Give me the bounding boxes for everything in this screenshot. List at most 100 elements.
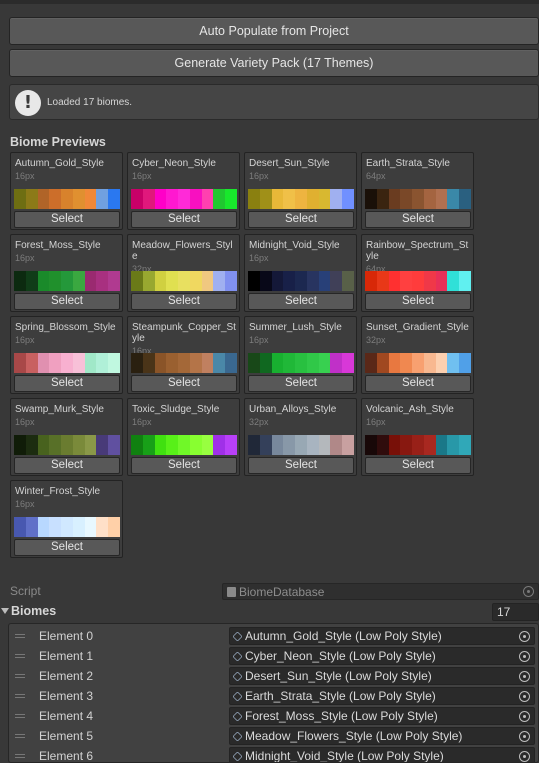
palette-swatch [376,435,389,455]
drag-handle-icon[interactable] [15,694,25,698]
palette-swatch [271,435,284,455]
generate-variety-pack-button[interactable]: Generate Variety Pack (17 Themes) [9,49,539,77]
object-picker-icon[interactable] [519,691,530,702]
asset-icon [232,651,243,662]
palette-strip [14,435,121,455]
select-biome-button[interactable]: Select [14,293,120,310]
biome-size: 16px [249,335,269,345]
palette-swatch [166,435,179,455]
select-biome-button[interactable]: Select [14,375,120,392]
palette-swatch [14,271,26,291]
select-biome-button[interactable]: Select [14,457,120,474]
palette-swatch [400,353,413,373]
biome-name: Rainbow_Spectrum_Style [366,240,469,262]
palette-swatch [318,435,331,455]
biome-size: 64px [366,171,386,181]
palette-swatch [365,353,377,373]
palette-swatch [295,353,307,373]
palette-swatch [25,271,38,291]
top-divider [0,0,539,4]
palette-swatch [61,435,73,455]
select-biome-button[interactable]: Select [248,211,354,228]
object-picker-icon[interactable] [519,651,530,662]
palette-swatch [154,353,167,373]
palette-swatch [72,189,85,209]
object-picker-icon[interactable] [519,731,530,742]
palette-swatch [435,353,448,373]
select-biome-button[interactable]: Select [365,211,471,228]
array-size-field[interactable]: 17 [492,603,539,621]
biome-preview-card: Autumn_Gold_Style 16px Select [10,152,123,230]
biomes-foldout-header[interactable]: Biomes 17 [0,603,539,621]
palette-swatch [178,271,190,291]
select-biome-button[interactable]: Select [365,293,471,310]
palette-swatch [96,189,109,209]
object-field[interactable]: Midnight_Void_Style (Low Poly Style) [229,747,535,762]
palette-strip [131,353,238,373]
biome-preview-card: Winter_Frost_Style 16px Select [10,480,123,558]
drag-handle-icon[interactable] [15,634,25,638]
palette-swatch [108,189,121,209]
drag-handle-icon[interactable] [15,674,25,678]
object-picker-icon[interactable] [519,671,530,682]
object-field-value: Forest_Moss_Style (Low Poly Style) [245,709,438,723]
palette-strip [131,271,238,291]
select-biome-button[interactable]: Select [248,375,354,392]
select-biome-button[interactable]: Select [365,375,471,392]
palette-swatch [283,435,296,455]
select-biome-button[interactable]: Select [14,539,120,556]
palette-swatch [131,353,143,373]
palette-swatch [435,189,448,209]
asset-icon [232,751,243,762]
foldout-arrow-icon[interactable] [1,608,9,614]
palette-swatch [84,189,97,209]
palette-swatch [447,189,460,209]
drag-handle-icon[interactable] [15,734,25,738]
asset-icon [232,631,243,642]
biome-preview-card: Forest_Moss_Style 16px Select [10,234,123,312]
palette-swatch [271,353,284,373]
object-field-value: Desert_Sun_Style (Low Poly Style) [245,669,432,683]
object-picker-icon[interactable] [519,751,530,762]
palette-swatch [248,189,260,209]
object-field[interactable]: Autumn_Gold_Style (Low Poly Style) [229,627,535,645]
drag-handle-icon[interactable] [15,714,25,718]
palette-swatch [423,271,436,291]
palette-strip [365,189,472,209]
object-field[interactable]: Earth_Strata_Style (Low Poly Style) [229,687,535,705]
palette-strip [248,189,355,209]
object-field[interactable]: Meadow_Flowers_Style (Low Poly Style) [229,727,535,745]
select-biome-button[interactable]: Select [131,375,237,392]
select-biome-button[interactable]: Select [14,211,120,228]
object-field[interactable]: Desert_Sun_Style (Low Poly Style) [229,667,535,685]
select-biome-button[interactable]: Select [248,293,354,310]
select-biome-button[interactable]: Select [131,293,237,310]
palette-swatch [248,353,260,373]
select-biome-button[interactable]: Select [365,457,471,474]
object-picker-icon[interactable] [519,631,530,642]
object-field[interactable]: Forest_Moss_Style (Low Poly Style) [229,707,535,725]
palette-swatch [259,353,272,373]
auto-populate-button[interactable]: Auto Populate from Project [9,17,539,45]
biome-preview-card: Cyber_Neon_Style 16px Select [127,152,240,230]
palette-swatch [330,353,343,373]
element-label: Element 4 [39,709,94,723]
palette-swatch [259,435,272,455]
palette-swatch [166,353,179,373]
palette-swatch [189,189,202,209]
drag-handle-icon[interactable] [15,754,25,758]
select-biome-button[interactable]: Select [131,457,237,474]
object-field[interactable]: Cyber_Neon_Style (Low Poly Style) [229,647,535,665]
palette-strip [365,271,472,291]
object-picker-icon[interactable] [519,711,530,722]
palette-swatch [131,189,143,209]
select-biome-button[interactable]: Select [131,211,237,228]
palette-swatch [376,353,389,373]
palette-swatch [72,435,85,455]
palette-swatch [225,271,238,291]
select-biome-button[interactable]: Select [248,457,354,474]
drag-handle-icon[interactable] [15,654,25,658]
palette-swatch [447,353,460,373]
palette-strip [14,189,121,209]
palette-swatch [49,435,62,455]
